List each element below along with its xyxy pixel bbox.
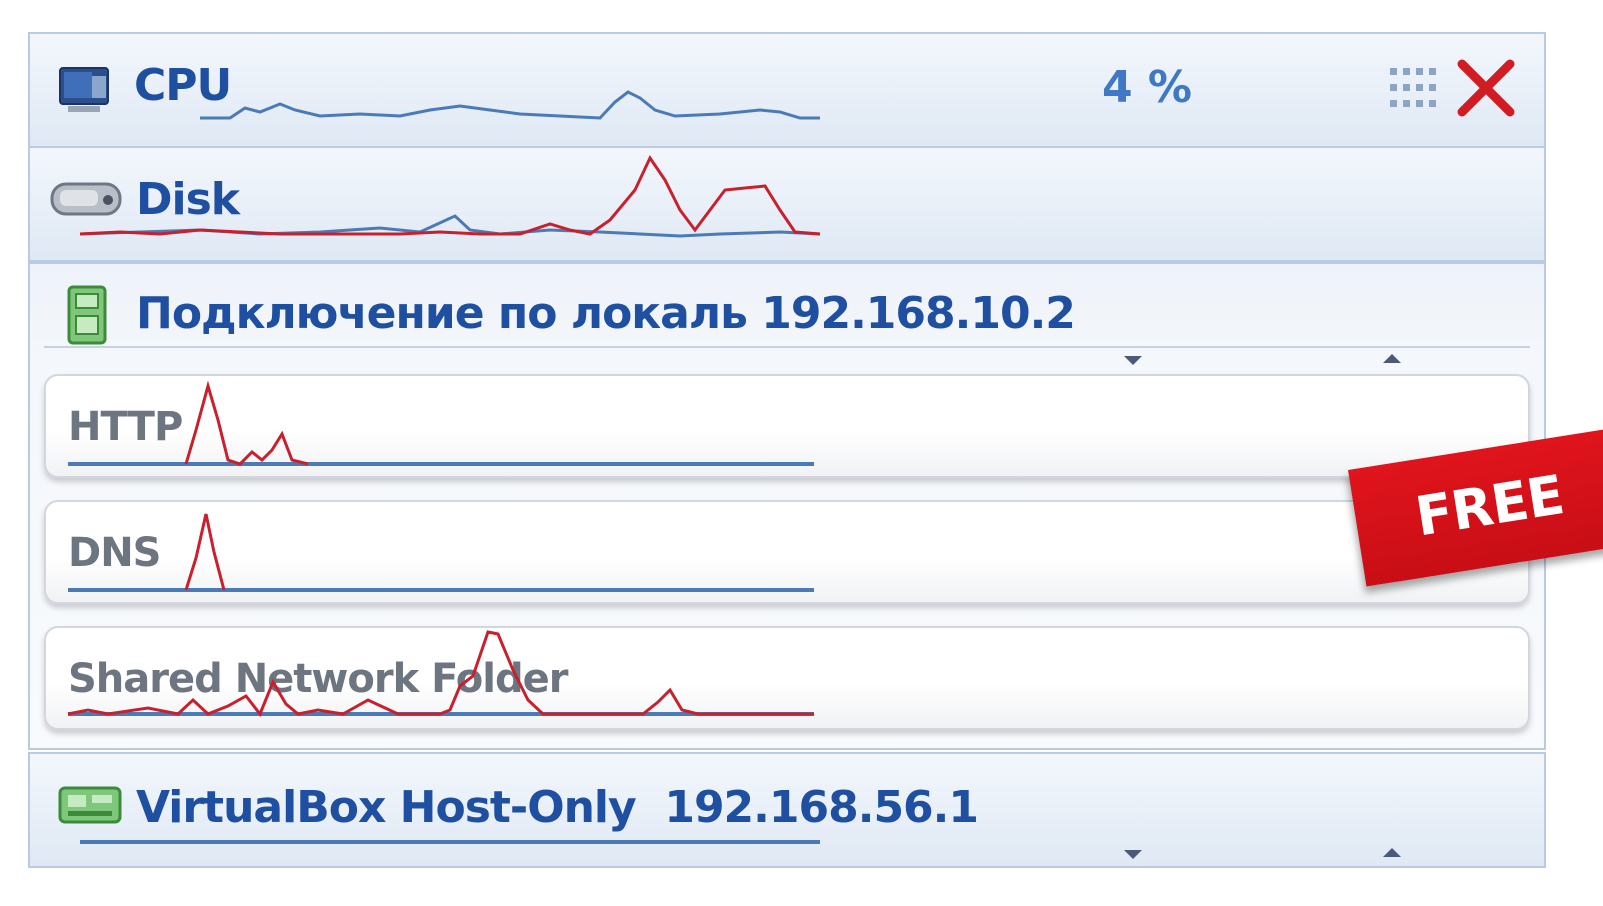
virtualbox-label: VirtualBox Host-Only 192.168.56.1 (136, 782, 979, 833)
cpu-graph (200, 90, 820, 120)
expand-arrow-up[interactable] (1383, 354, 1401, 363)
close-icon[interactable] (1456, 58, 1516, 118)
free-badge-label: FREE (1411, 463, 1568, 549)
shared-folder-graph (67, 630, 814, 717)
virtualbox-collapse-arrow[interactable] (1124, 850, 1142, 859)
dns-graph (68, 513, 814, 592)
connection-label: Подключение по локаль 192.168.10.2 (136, 288, 1076, 339)
http-graph (68, 380, 814, 466)
virtualbox-expand-arrow[interactable] (1383, 848, 1401, 857)
disk-graph (79, 154, 821, 238)
connection-divider (44, 346, 1530, 348)
grip-icon[interactable] (1388, 66, 1436, 110)
cpu-percent-value: 4 % (1102, 62, 1193, 113)
virtual-network-icon (58, 786, 122, 824)
collapse-arrow-down[interactable] (1124, 356, 1142, 365)
network-adapter-icon (67, 285, 107, 345)
virtualbox-graph (80, 840, 820, 844)
monitor-icon (59, 67, 109, 112)
network-monitor-widget: CPU 4 % Disk Подключение по локаль 192.1… (0, 0, 1603, 906)
